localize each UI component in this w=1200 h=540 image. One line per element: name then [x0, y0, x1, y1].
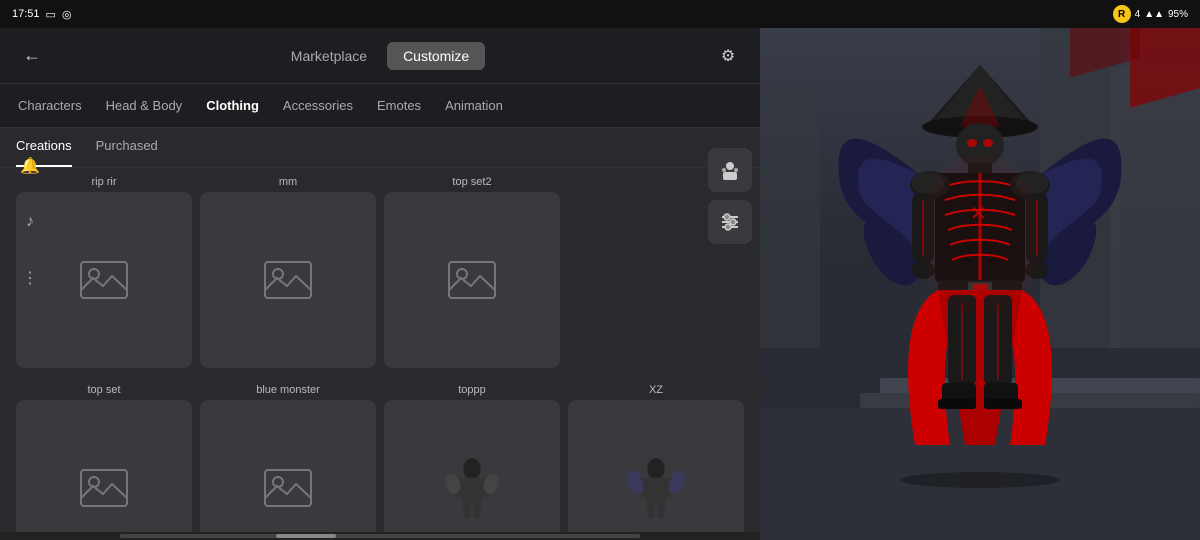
- robux-badge: R: [1113, 5, 1131, 23]
- sidebar-icons: 🔔 ♪ ⋮: [0, 128, 60, 296]
- scroll-track: [120, 534, 640, 538]
- items-grid-row2: 🙂: [0, 400, 760, 532]
- character-view-button[interactable]: [708, 148, 752, 192]
- label-mm: mm: [200, 176, 376, 188]
- tab-customize[interactable]: Customize: [387, 42, 485, 70]
- robux-count: 4: [1135, 9, 1141, 20]
- cat-characters[interactable]: Characters: [8, 92, 92, 119]
- item-top-set2[interactable]: [384, 192, 560, 368]
- scroll-bar[interactable]: [0, 532, 760, 540]
- robux-icon: R: [1118, 9, 1125, 20]
- music-icon[interactable]: ♪: [12, 204, 48, 240]
- label-top-set2: top set2: [384, 176, 560, 188]
- label-blue-monster: blue monster: [200, 384, 376, 396]
- label-top-set: top set: [16, 384, 192, 396]
- time: 17:51: [12, 8, 40, 20]
- items-grid-row1: [0, 192, 760, 376]
- cat-clothing[interactable]: Clothing: [196, 92, 269, 119]
- item-toppp[interactable]: [384, 400, 560, 532]
- right-panel: ✕: [760, 28, 1200, 540]
- placeholder-img-icon3: [447, 260, 497, 300]
- toppp-character: [437, 453, 507, 523]
- character-display: ✕: [830, 55, 1130, 480]
- row2-labels: top set blue monster toppp XZ: [0, 376, 760, 400]
- signal-icon: ◎: [62, 8, 72, 21]
- category-tabs: Characters Head & Body Clothing Accessor…: [0, 84, 760, 128]
- item-top-set[interactable]: 🙂: [16, 400, 192, 532]
- row1-labels: rip rir mm top set2: [0, 168, 760, 192]
- cat-accessories[interactable]: Accessories: [273, 92, 363, 119]
- cat-animation[interactable]: Animation: [435, 92, 513, 119]
- cat-head-body[interactable]: Head & Body: [96, 92, 193, 119]
- xz-character: [621, 453, 691, 523]
- settings-button[interactable]: ⚙: [712, 40, 744, 72]
- status-left: 17:51 ▭ ◎: [12, 8, 72, 21]
- back-button[interactable]: ←: [16, 40, 48, 72]
- wifi-icon: ▲▲: [1144, 9, 1164, 20]
- screen-icon: ▭: [46, 8, 56, 21]
- left-panel: 🔔 ♪ ⋮ ← Marketplace Customize ⚙: [0, 28, 760, 540]
- placeholder-img-icon5: [263, 468, 313, 508]
- character-shadow: [880, 465, 1080, 495]
- back-icon: ←: [23, 45, 41, 66]
- label-toppp: toppp: [384, 384, 560, 396]
- status-bar: 17:51 ▭ ◎ R 4 ▲▲ 95%: [0, 0, 1200, 28]
- placeholder-img-icon: [79, 260, 129, 300]
- status-right: R 4 ▲▲ 95%: [1113, 5, 1188, 23]
- right-buttons: [708, 148, 752, 244]
- item-blue-monster[interactable]: [200, 400, 376, 532]
- placeholder-img-icon4: [79, 468, 129, 508]
- scroll-thumb: [276, 534, 336, 538]
- item-xz[interactable]: [568, 400, 744, 532]
- sliders-button[interactable]: [708, 200, 752, 244]
- header: ← Marketplace Customize ⚙: [0, 28, 760, 84]
- label-xz: XZ: [568, 384, 744, 396]
- gear-icon: ⚙: [721, 46, 735, 66]
- sub-tabs: Creations Purchased: [0, 128, 760, 168]
- character-svg: ✕: [830, 55, 1130, 475]
- subtab-purchased[interactable]: Purchased: [96, 128, 158, 167]
- header-tabs: Marketplace Customize: [64, 42, 696, 70]
- item-mm[interactable]: [200, 192, 376, 368]
- items-area: rip rir mm top set2: [0, 168, 760, 532]
- placeholder-img-icon2: [263, 260, 313, 300]
- more-icon[interactable]: ⋮: [12, 260, 48, 296]
- main-container: 🔔 ♪ ⋮ ← Marketplace Customize ⚙: [0, 28, 1200, 540]
- bell-icon[interactable]: 🔔: [12, 148, 48, 184]
- battery: 95%: [1168, 9, 1188, 20]
- tab-marketplace[interactable]: Marketplace: [275, 42, 383, 70]
- cat-emotes[interactable]: Emotes: [367, 92, 431, 119]
